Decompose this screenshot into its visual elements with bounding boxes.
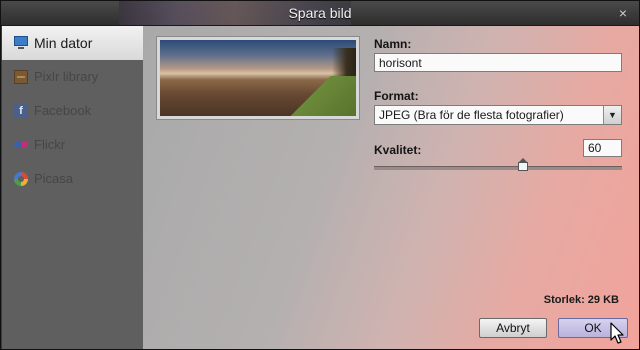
dialog-title: Spara bild <box>288 5 352 21</box>
quality-value-field[interactable]: 60 <box>583 139 622 157</box>
picasa-icon <box>14 172 28 186</box>
image-thumbnail <box>160 40 356 116</box>
monitor-icon <box>14 36 28 50</box>
sidebar-item-label: Picasa <box>34 171 74 186</box>
format-selected-value: JPEG (Bra för de flesta fotografier) <box>379 108 564 122</box>
save-image-dialog: Spara bild × Min dator Pixlr library f F… <box>0 0 640 350</box>
title-bar[interactable]: Spara bild × <box>1 1 639 26</box>
format-select[interactable]: JPEG (Bra för de flesta fotografier) ▼ <box>374 105 622 125</box>
name-label: Namn: <box>374 37 412 51</box>
file-size-text: Storlek: 29 KB <box>543 294 619 306</box>
quality-slider-handle[interactable] <box>517 158 528 171</box>
facebook-icon: f <box>14 104 28 118</box>
save-options-panel: Namn: Format: JPEG (Bra för de flesta fo… <box>143 26 639 349</box>
filename-input[interactable] <box>374 53 622 72</box>
sidebar-item-flickr[interactable]: Flickr <box>2 128 143 162</box>
sidebar-item-pixlr-library[interactable]: Pixlr library <box>2 60 143 94</box>
format-label: Format: <box>374 89 419 103</box>
pixlr-library-icon <box>14 70 28 84</box>
quality-slider-track[interactable] <box>374 166 622 170</box>
image-thumbnail-frame <box>156 36 360 120</box>
sidebar-item-label: Pixlr library <box>34 69 99 84</box>
close-icon[interactable]: × <box>615 5 631 21</box>
sidebar-item-label: Flickr <box>34 137 66 152</box>
quality-label: Kvalitet: <box>374 143 422 157</box>
cancel-button[interactable]: Avbryt <box>479 318 547 338</box>
chevron-down-icon[interactable]: ▼ <box>603 106 621 124</box>
destination-sidebar: Min dator Pixlr library f Facebook Flick… <box>2 26 143 349</box>
thumbnail-grass <box>286 76 356 116</box>
sidebar-item-label: Facebook <box>34 103 92 118</box>
flickr-icon <box>14 138 28 152</box>
ok-button[interactable]: OK <box>558 318 628 338</box>
sidebar-item-min-dator[interactable]: Min dator <box>2 26 143 60</box>
sidebar-item-picasa[interactable]: Picasa <box>2 162 143 196</box>
sidebar-item-label: Min dator <box>34 35 93 51</box>
sidebar-item-facebook[interactable]: f Facebook <box>2 94 143 128</box>
